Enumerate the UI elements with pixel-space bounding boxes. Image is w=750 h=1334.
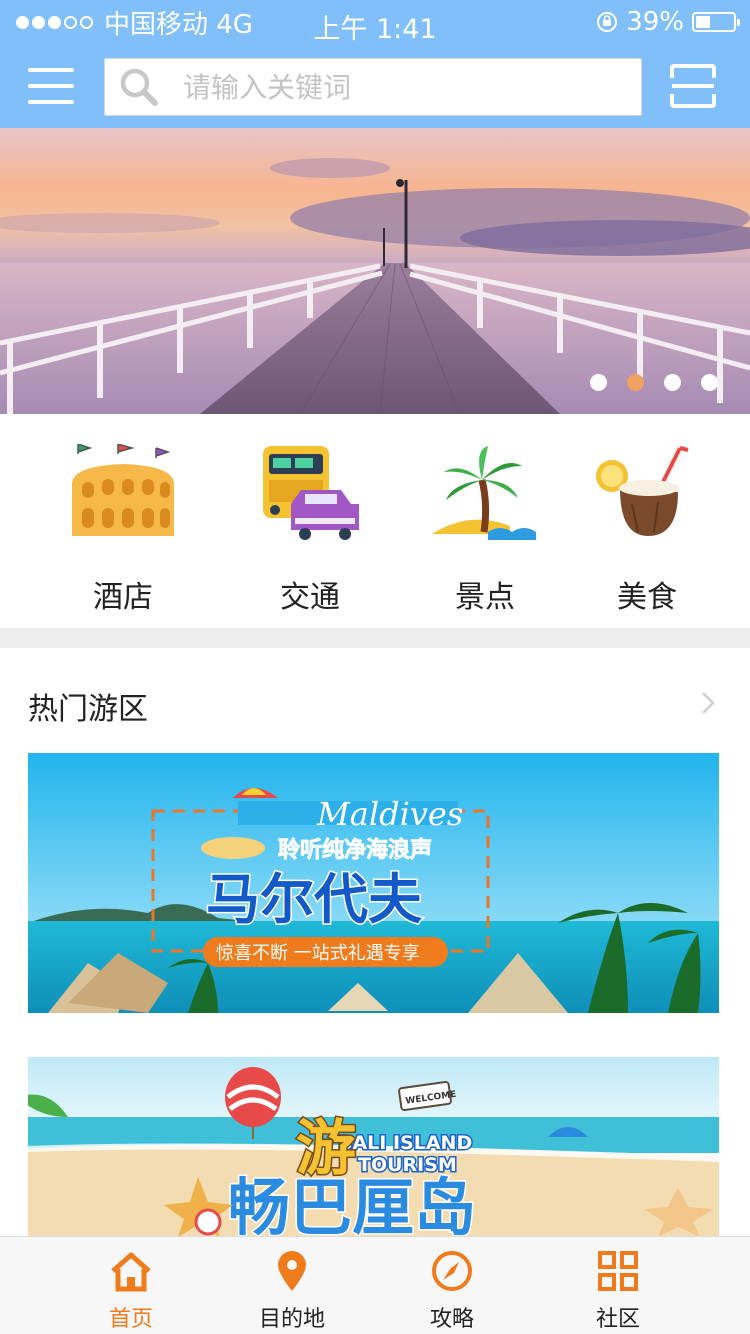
grid-icon bbox=[598, 1251, 638, 1291]
section-title: 热门游区 bbox=[28, 692, 148, 727]
battery-icon bbox=[692, 12, 740, 32]
category-label: 景点 bbox=[455, 580, 515, 615]
section-divider bbox=[0, 628, 750, 648]
category-food[interactable]: 美食 bbox=[567, 444, 727, 616]
tab-label: 首页 bbox=[108, 1307, 153, 1332]
top-header bbox=[0, 44, 750, 128]
category-grid: 酒店 交通 景点 美食 bbox=[0, 414, 750, 628]
status-right: 39% bbox=[596, 7, 740, 37]
bottom-tab-bar: 首页 目的地 攻略 社区 bbox=[0, 1236, 750, 1334]
maldives-en-title: Maldives bbox=[316, 795, 463, 833]
bali-image: WELCOME BALI ISLAND TOURISM 游 畅巴厘岛 bbox=[28, 1057, 719, 1237]
tab-label: 攻略 bbox=[429, 1307, 474, 1332]
pier-sunset-image bbox=[0, 128, 750, 414]
home-icon bbox=[111, 1252, 151, 1292]
bali-en-title-line1: BALI ISLAND bbox=[338, 1132, 472, 1154]
tab-label: 社区 bbox=[595, 1307, 640, 1332]
rotation-lock-icon bbox=[597, 12, 618, 32]
tab-community[interactable]: 社区 bbox=[537, 1249, 699, 1333]
chevron-right-icon[interactable] bbox=[698, 690, 718, 716]
banner-indicators[interactable] bbox=[570, 374, 718, 391]
maldives-tagline: 惊喜不断 一站式礼遇专享 bbox=[216, 943, 420, 964]
maldives-subtitle: 聆听纯净海浪声 bbox=[278, 837, 432, 863]
banner-indicator-dot[interactable] bbox=[664, 374, 681, 391]
category-label: 酒店 bbox=[93, 580, 153, 615]
category-hotel[interactable]: 酒店 bbox=[43, 443, 203, 616]
scan-icon[interactable] bbox=[670, 64, 716, 108]
banner-indicator-dot[interactable] bbox=[701, 374, 718, 391]
hero-banner[interactable] bbox=[0, 128, 750, 414]
category-scenic[interactable]: 景点 bbox=[405, 444, 565, 616]
category-label: 美食 bbox=[617, 580, 677, 615]
bali-title: 畅巴厘岛 bbox=[228, 1171, 476, 1237]
search-input[interactable] bbox=[183, 70, 603, 104]
menu-icon[interactable] bbox=[28, 66, 74, 106]
status-bar: 中国移动 4G 上午 1:41 39% bbox=[0, 0, 750, 45]
location-pin-icon bbox=[278, 1251, 306, 1291]
maldives-image: Maldives 聆听纯净海浪声 马尔代夫 惊喜不断 一站式礼遇专享 bbox=[28, 753, 719, 1013]
tab-guide[interactable]: 攻略 bbox=[371, 1249, 533, 1333]
scenic-spot-icon bbox=[432, 446, 536, 540]
battery-percent: 39% bbox=[626, 7, 684, 37]
search-icon bbox=[120, 68, 158, 106]
category-transport[interactable]: 交通 bbox=[230, 444, 390, 616]
destination-card-maldives[interactable]: Maldives 聆听纯净海浪声 马尔代夫 惊喜不断 一站式礼遇专享 bbox=[28, 753, 719, 1013]
compass-icon bbox=[432, 1251, 472, 1291]
search-bar[interactable] bbox=[104, 58, 642, 116]
tab-home[interactable]: 首页 bbox=[50, 1249, 212, 1333]
hotel-icon bbox=[72, 443, 174, 536]
maldives-title: 马尔代夫 bbox=[206, 868, 423, 931]
destination-card-bali[interactable]: WELCOME BALI ISLAND TOURISM 游 畅巴厘岛 bbox=[28, 1057, 719, 1237]
banner-indicator-dot[interactable] bbox=[627, 374, 644, 391]
transport-icon bbox=[263, 446, 359, 540]
tab-destination[interactable]: 目的地 bbox=[211, 1249, 373, 1333]
food-icon bbox=[596, 446, 689, 536]
category-label: 交通 bbox=[280, 580, 340, 615]
tab-label: 目的地 bbox=[258, 1307, 325, 1332]
banner-indicator-dot[interactable] bbox=[590, 374, 607, 391]
